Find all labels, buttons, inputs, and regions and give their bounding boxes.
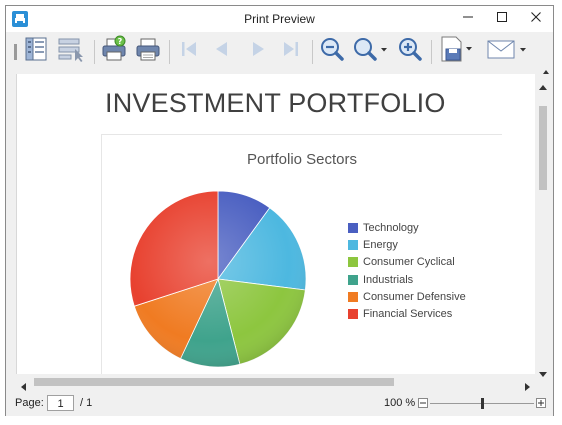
minus-icon [420, 402, 426, 404]
quick-print-icon [134, 35, 162, 68]
legend-swatch [348, 239, 358, 250]
document-map-icon [23, 36, 49, 67]
print-icon: ? [100, 35, 128, 68]
zoom-in-icon [397, 36, 423, 67]
zoom-button[interactable] [350, 36, 392, 66]
legend-item: Technology [348, 219, 466, 236]
zoom-level-text: 100 % [384, 397, 416, 409]
legend-swatch [348, 291, 358, 302]
pie-plot [129, 190, 307, 368]
toolbar-separator [431, 40, 432, 64]
legend-swatch [348, 222, 358, 233]
zoom-slider-thumb[interactable] [480, 398, 484, 409]
legend-item: Consumer Defensive [348, 288, 466, 305]
first-page-icon [178, 38, 200, 65]
legend-label: Technology [363, 221, 419, 234]
zoom-out-small-button[interactable] [418, 398, 428, 408]
next-page-icon [247, 38, 269, 65]
page-label: Page: [15, 397, 44, 409]
legend-item: Consumer Cyclical [348, 254, 466, 271]
legend-item: Industrials [348, 271, 466, 288]
previous-page-icon [211, 38, 233, 65]
chart-legend: Technology Energy Consumer Cyclical Industr… [348, 219, 466, 323]
status-bar: Page: 1 / 1 100 % [6, 392, 553, 416]
maximize-button[interactable] [485, 6, 519, 32]
print-button[interactable]: ? [99, 35, 129, 68]
legend-item: Financial Services [348, 305, 466, 322]
vertical-scroll-thumb[interactable] [539, 106, 547, 190]
send-email-icon [485, 36, 529, 67]
toolbar: ? [6, 32, 553, 74]
minimize-button[interactable] [451, 6, 485, 32]
svg-text:?: ? [118, 37, 123, 46]
next-page-button[interactable] [243, 36, 273, 66]
close-icon [530, 10, 542, 28]
zoom-in-small-button[interactable] [536, 398, 546, 408]
document-title: INVESTMENT PORTFOLIO [105, 88, 446, 118]
legend-swatch [348, 257, 358, 268]
toolbar-separator [94, 40, 95, 64]
export-button[interactable] [436, 36, 476, 66]
toolbar-separator [169, 40, 170, 64]
legend-label: Consumer Cyclical [363, 256, 455, 269]
first-page-button[interactable] [174, 36, 204, 66]
legend-label: Energy [363, 238, 398, 251]
horizontal-scroll-thumb[interactable] [34, 378, 394, 386]
maximize-icon [496, 10, 508, 28]
title-bar: Print Preview [6, 6, 553, 32]
pie-chart: Portfolio Sectors Technology Energy Consum… [101, 134, 502, 374]
previous-page-button[interactable] [207, 36, 237, 66]
toolbar-grip[interactable] [14, 44, 17, 60]
scroll-down-icon[interactable] [539, 365, 547, 383]
send-button[interactable] [484, 36, 530, 66]
print-preview-window: Print Preview ? INVESTMENT PORTFOLIO Por… [5, 5, 554, 416]
plus-icon [538, 400, 544, 406]
page-number-input[interactable]: 1 [47, 395, 74, 411]
scroll-up-icon[interactable] [539, 77, 547, 95]
zoom-out-icon [319, 36, 345, 67]
legend-swatch [348, 309, 358, 320]
document-preview-area[interactable]: INVESTMENT PORTFOLIO Portfolio Sectors T… [16, 74, 536, 374]
legend-item: Energy [348, 236, 466, 253]
zoom-out-button[interactable] [317, 36, 347, 66]
legend-label: Industrials [363, 273, 414, 286]
zoom-in-button[interactable] [395, 36, 425, 66]
document-map-button[interactable] [21, 36, 51, 66]
parameters-icon [56, 36, 86, 67]
legend-label: Consumer Defensive [363, 290, 466, 303]
export-icon [437, 35, 475, 68]
zoom-icon [352, 36, 390, 67]
minimize-icon [462, 10, 474, 28]
legend-swatch [348, 274, 358, 285]
toolbar-separator [312, 40, 313, 64]
chart-title: Portfolio Sectors [246, 151, 358, 168]
vertical-scrollbar[interactable] [535, 74, 551, 377]
quick-print-button[interactable] [133, 36, 163, 66]
legend-label: Financial Services [363, 308, 453, 321]
last-page-icon [280, 38, 302, 65]
horizontal-scrollbar[interactable] [16, 374, 535, 391]
parameters-button[interactable] [54, 36, 88, 66]
zoom-slider-track[interactable] [430, 398, 534, 409]
close-button[interactable] [519, 6, 553, 32]
last-page-button[interactable] [276, 36, 306, 66]
page-total: / 1 [80, 397, 93, 409]
